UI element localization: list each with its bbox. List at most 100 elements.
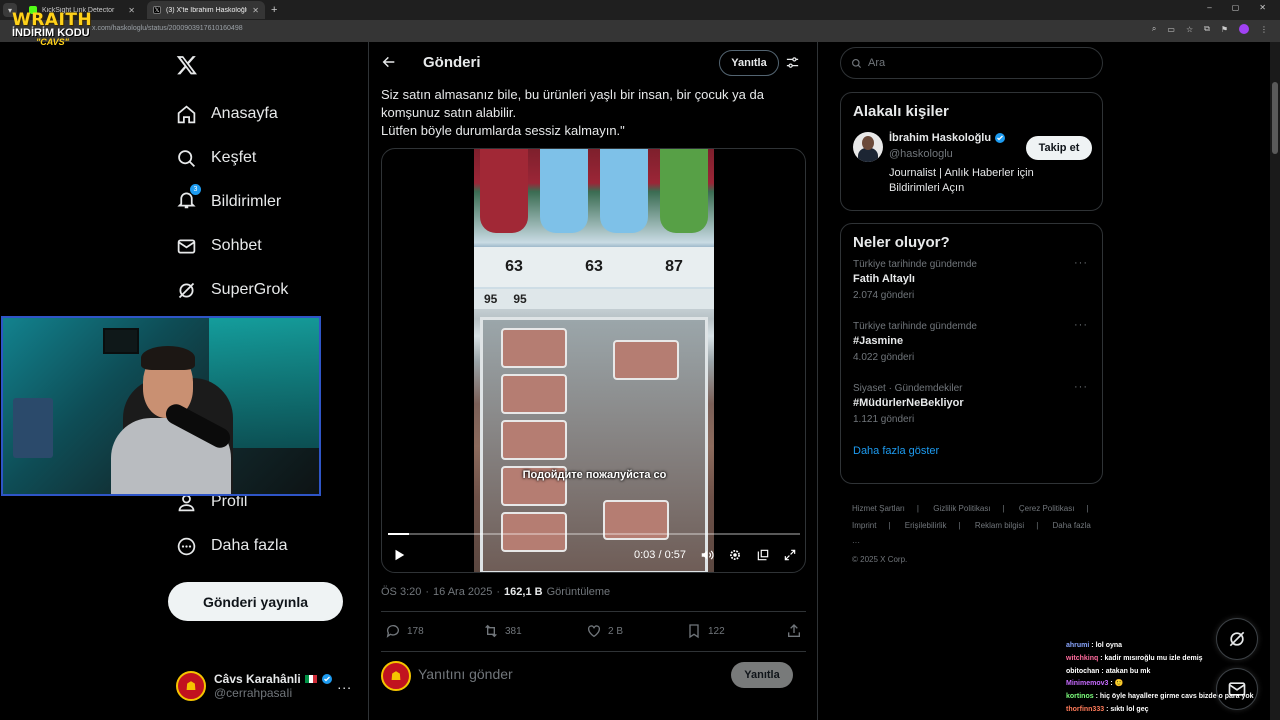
- extension-icon[interactable]: ⚑: [1221, 25, 1228, 34]
- fullscreen-icon[interactable]: [783, 548, 797, 562]
- picture-in-picture-icon[interactable]: [756, 548, 770, 562]
- account-text: Câvs Karahânli @cerrahpasaIi: [214, 672, 333, 700]
- chat-text: 🙂: [1114, 680, 1124, 688]
- window-controls: – ▢ ✕: [1207, 3, 1266, 12]
- chat-username: thorfinn333: [1066, 705, 1105, 713]
- more-circle-icon: [177, 537, 196, 555]
- account-more-icon[interactable]: ...: [337, 676, 352, 692]
- footer-link[interactable]: Çerez Politikası: [1019, 504, 1075, 513]
- search-icon: [178, 149, 195, 167]
- post-text: Siz satın almasanız bile, bu ürünleri ya…: [381, 86, 801, 140]
- footer-separator: |: [1002, 504, 1005, 513]
- zoom-icon[interactable]: ⌕: [1152, 24, 1156, 34]
- url-field[interactable]: x.com/haskologlu/status/2000903917610160…: [92, 25, 243, 32]
- trend-more-icon[interactable]: ···: [1074, 257, 1088, 269]
- video-player[interactable]: 63 63 87 95 95 Подойдите пожалуйста со 0…: [381, 148, 806, 573]
- extensions-icon[interactable]: ⧉: [1204, 24, 1210, 34]
- like-action[interactable]: 2 B: [586, 623, 623, 639]
- tab-close-icon[interactable]: ✕: [128, 6, 135, 15]
- close-window-icon[interactable]: ✕: [1259, 3, 1266, 12]
- nav-item-more[interactable]: Daha fazla: [176, 524, 288, 568]
- account-avatar: ☗: [176, 671, 206, 701]
- minimize-icon[interactable]: –: [1207, 3, 1211, 12]
- card-title: Neler oluyor?: [853, 234, 950, 251]
- account-switcher[interactable]: ☗ Câvs Karahânli @cerrahpasaIi ...: [176, 668, 356, 704]
- bookmark-star-icon[interactable]: ☆: [1186, 25, 1193, 34]
- back-arrow-icon[interactable]: [381, 54, 397, 70]
- chat-text: lol oyna: [1095, 642, 1123, 649]
- video-price-tags: 63 63 87: [474, 247, 714, 287]
- profile-avatar-icon[interactable]: [1239, 24, 1249, 34]
- trend-item[interactable]: Türkiye tarihinde gündemde #Jasmine 4.02…: [841, 313, 1102, 375]
- nav-label: Keşfet: [211, 149, 257, 166]
- related-person[interactable]: İbrahim Haskoloğlu @haskologlu Journalis…: [841, 120, 1102, 204]
- footer-link[interactable]: Erişilebilirlik: [905, 521, 947, 530]
- post-date[interactable]: 16 Ara 2025: [433, 586, 492, 598]
- play-icon[interactable]: [392, 548, 406, 562]
- nav-item-notifications[interactable]: 3 Bildirimler: [176, 180, 288, 224]
- reply-header-button[interactable]: Yanıtla: [719, 50, 779, 76]
- browser-tab-x[interactable]: 𝕏 (3) X'te İbrahim Haskoloğlu: "Sı... ✕: [147, 1, 265, 19]
- video-bottles: [474, 149, 714, 237]
- footer-link[interactable]: Gizlilik Politikası: [933, 504, 990, 513]
- account-name: Câvs Karahânli: [214, 672, 301, 686]
- share-action[interactable]: [786, 623, 802, 639]
- settings-gear-icon[interactable]: [728, 548, 742, 562]
- account-name-row: Câvs Karahânli: [214, 672, 333, 686]
- sliders-icon[interactable]: [785, 55, 800, 70]
- browser-menu-icon[interactable]: ⋮: [1260, 25, 1268, 34]
- footer-separator: |: [1036, 521, 1039, 530]
- reply-input[interactable]: Yanıtını gönder: [418, 666, 513, 682]
- show-more-link[interactable]: Daha fazla göster: [841, 437, 1102, 469]
- person-avatar[interactable]: [853, 132, 883, 162]
- footer-separator: |: [1086, 504, 1089, 513]
- price-tag: 87: [665, 258, 683, 275]
- nav-item-supergrok[interactable]: SuperGrok: [176, 268, 288, 312]
- person-name[interactable]: İbrahim Haskoloğlu: [889, 132, 991, 144]
- chat-message: Minimemov3 : 🙂: [1066, 678, 1266, 691]
- divider: [381, 651, 806, 652]
- sidebar-footer: Hizmet Şartları | Gizlilik Politikası | Çe…: [852, 500, 1102, 568]
- footer-link[interactable]: Reklam bilgisi: [975, 521, 1024, 530]
- address-bar: x.com/haskologlu/status/2000903917610160…: [0, 20, 1280, 42]
- trend-count: 4.022 gönderi: [853, 352, 915, 363]
- follow-button[interactable]: Takip et: [1026, 136, 1092, 160]
- reply-action[interactable]: 178: [385, 623, 424, 639]
- nav-item-messages[interactable]: Sohbet: [176, 224, 288, 268]
- post-time[interactable]: ÖS 3:20: [381, 586, 421, 598]
- trend-item[interactable]: Siyaset · Gündemdekiler #MüdürlerNeBekli…: [841, 375, 1102, 437]
- search-box[interactable]: [840, 47, 1103, 79]
- maximize-icon[interactable]: ▢: [1232, 3, 1240, 12]
- reply-submit-button[interactable]: Yanıtla: [731, 662, 793, 688]
- video-progress-bar[interactable]: [388, 533, 800, 535]
- view-count: 162,1 B: [504, 586, 543, 598]
- trend-more-icon[interactable]: ···: [1074, 319, 1088, 331]
- cast-icon[interactable]: ▭: [1167, 25, 1175, 34]
- scrollbar-thumb[interactable]: [1272, 82, 1278, 154]
- chat-username: kortinos: [1066, 693, 1094, 701]
- search-input[interactable]: [868, 57, 1088, 69]
- nav-item-explore[interactable]: Keşfet: [176, 136, 288, 180]
- nav-item-home[interactable]: Anasayfa: [176, 92, 288, 136]
- trend-item[interactable]: Türkiye tarihinde gündemde Fatih Altaylı…: [841, 251, 1102, 313]
- repost-count: 381: [505, 625, 522, 637]
- x-logo-icon[interactable]: [176, 54, 198, 76]
- chat-message: kortinos : hiç öyle hayallere girme cavs…: [1066, 691, 1266, 704]
- price-tag: 95: [513, 292, 527, 306]
- bookmark-action[interactable]: 122: [686, 623, 725, 639]
- copyright: © 2025 X Corp.: [852, 555, 908, 564]
- volume-icon[interactable]: [700, 548, 714, 562]
- trend-more-icon[interactable]: ···: [1074, 381, 1088, 393]
- webcam-shelf: [13, 398, 53, 458]
- video-bottle: [540, 149, 588, 233]
- chat-username: ahrumi: [1066, 642, 1090, 649]
- footer-link[interactable]: Hizmet Şartları: [852, 504, 905, 513]
- repost-action[interactable]: 381: [483, 623, 522, 639]
- webcam-lamp: [103, 328, 139, 354]
- footer-link[interactable]: Imprint: [852, 521, 876, 530]
- tab-close-icon[interactable]: ✕: [252, 6, 259, 15]
- post-button[interactable]: Gönderi yayınla: [168, 582, 343, 621]
- share-icon: [788, 624, 800, 637]
- bookmark-count: 122: [708, 625, 725, 637]
- new-tab-button[interactable]: +: [271, 4, 277, 16]
